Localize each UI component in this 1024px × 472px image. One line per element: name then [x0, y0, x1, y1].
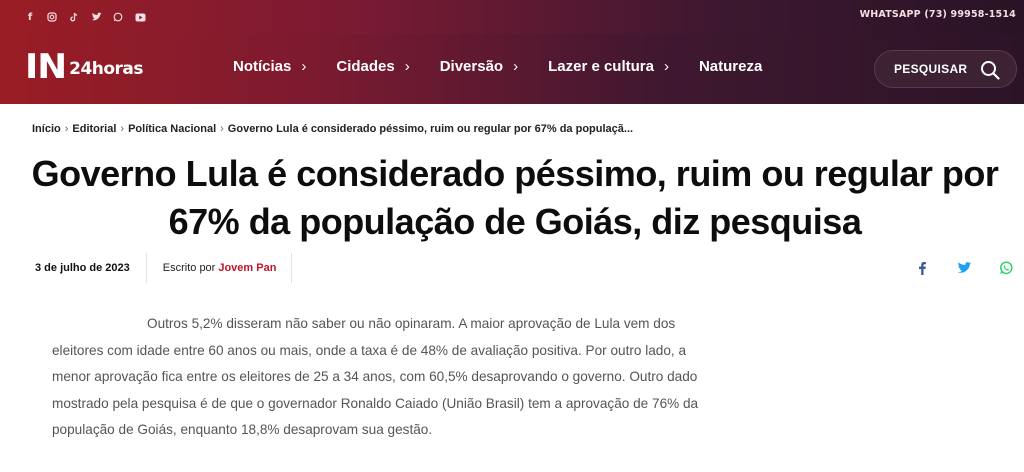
chevron-right-icon: › [663, 58, 669, 75]
instagram-icon[interactable] [41, 8, 63, 26]
whatsapp-share-icon[interactable] [996, 258, 1016, 278]
youtube-icon[interactable] [129, 8, 151, 26]
nav-label: Natureza [698, 58, 763, 75]
nav-label: Cidades [336, 58, 395, 75]
facebook-icon[interactable]: f [19, 8, 41, 26]
breadcrumb-separator: › [220, 123, 224, 135]
chevron-right-icon: › [404, 58, 410, 75]
article-body: Outros 5,2% disseram não saber ou não op… [52, 311, 712, 444]
article-title: Governo Lula é considerado péssimo, ruim… [31, 153, 999, 242]
top-bar: f WHATSAPP (73) 99958-1514 [0, 0, 1024, 34]
search-button[interactable]: PESQUISAR [874, 50, 1017, 88]
meta-divider [291, 253, 293, 283]
site-logo[interactable]: IN 24horas [25, 47, 144, 87]
search-label: PESQUISAR [894, 62, 968, 76]
nav-item-diversao[interactable]: Diversão › [440, 58, 518, 75]
breadcrumb-separator: › [120, 123, 125, 135]
share-buttons [890, 258, 1016, 278]
logo-main-text: IN [25, 47, 67, 87]
chevron-right-icon: › [301, 58, 307, 75]
nav-item-noticias[interactable]: Notícias › [233, 58, 306, 75]
meta-divider [145, 253, 147, 283]
logo-sub-text: 24horas [69, 59, 144, 79]
nav-label: Notícias [233, 58, 292, 75]
nav-label: Lazer e cultura [548, 58, 654, 75]
twitter-share-icon[interactable] [954, 258, 974, 278]
nav-item-lazer-e-cultura[interactable]: Lazer e cultura › [548, 58, 669, 75]
nav-item-cidades[interactable]: Cidades › [336, 58, 409, 75]
nav-label: Diversão [439, 58, 504, 75]
written-by-label: Escrito por [162, 262, 216, 274]
twitter-icon[interactable] [85, 8, 107, 26]
social-links: f [19, 8, 151, 26]
breadcrumb-separator: › [64, 123, 69, 135]
main-nav: Notícias › Cidades › Diversão › Lazer e … [233, 58, 792, 75]
article-meta: 3 de julho de 2023 Escrito por Jovem Pan [35, 253, 293, 283]
tiktok-icon[interactable] [63, 8, 85, 26]
author-link[interactable]: Jovem Pan [218, 262, 276, 274]
article-paragraph: Outros 5,2% disseram não saber ou não op… [52, 316, 699, 437]
facebook-share-icon[interactable] [912, 258, 932, 278]
site-header: IN 24horas Notícias › Cidades › Diversão… [0, 34, 1024, 104]
whatsapp-icon[interactable] [107, 8, 129, 26]
nav-item-natureza[interactable]: Natureza [699, 58, 762, 75]
breadcrumb-home[interactable]: Início [32, 123, 61, 135]
whatsapp-contact[interactable]: WHATSAPP (73) 99958-1514 [860, 9, 1016, 20]
search-icon [981, 61, 1000, 80]
breadcrumb-editorial[interactable]: Editorial [72, 123, 116, 135]
chevron-right-icon: › [513, 58, 519, 75]
breadcrumb: Início › Editorial › Política Nacional › Gover… [32, 123, 633, 135]
breadcrumb-politica-nacional[interactable]: Política Nacional [128, 123, 216, 135]
article-date: 3 de julho de 2023 [35, 262, 130, 274]
breadcrumb-current: Governo Lula é considerado péssimo, ruim… [227, 123, 634, 135]
